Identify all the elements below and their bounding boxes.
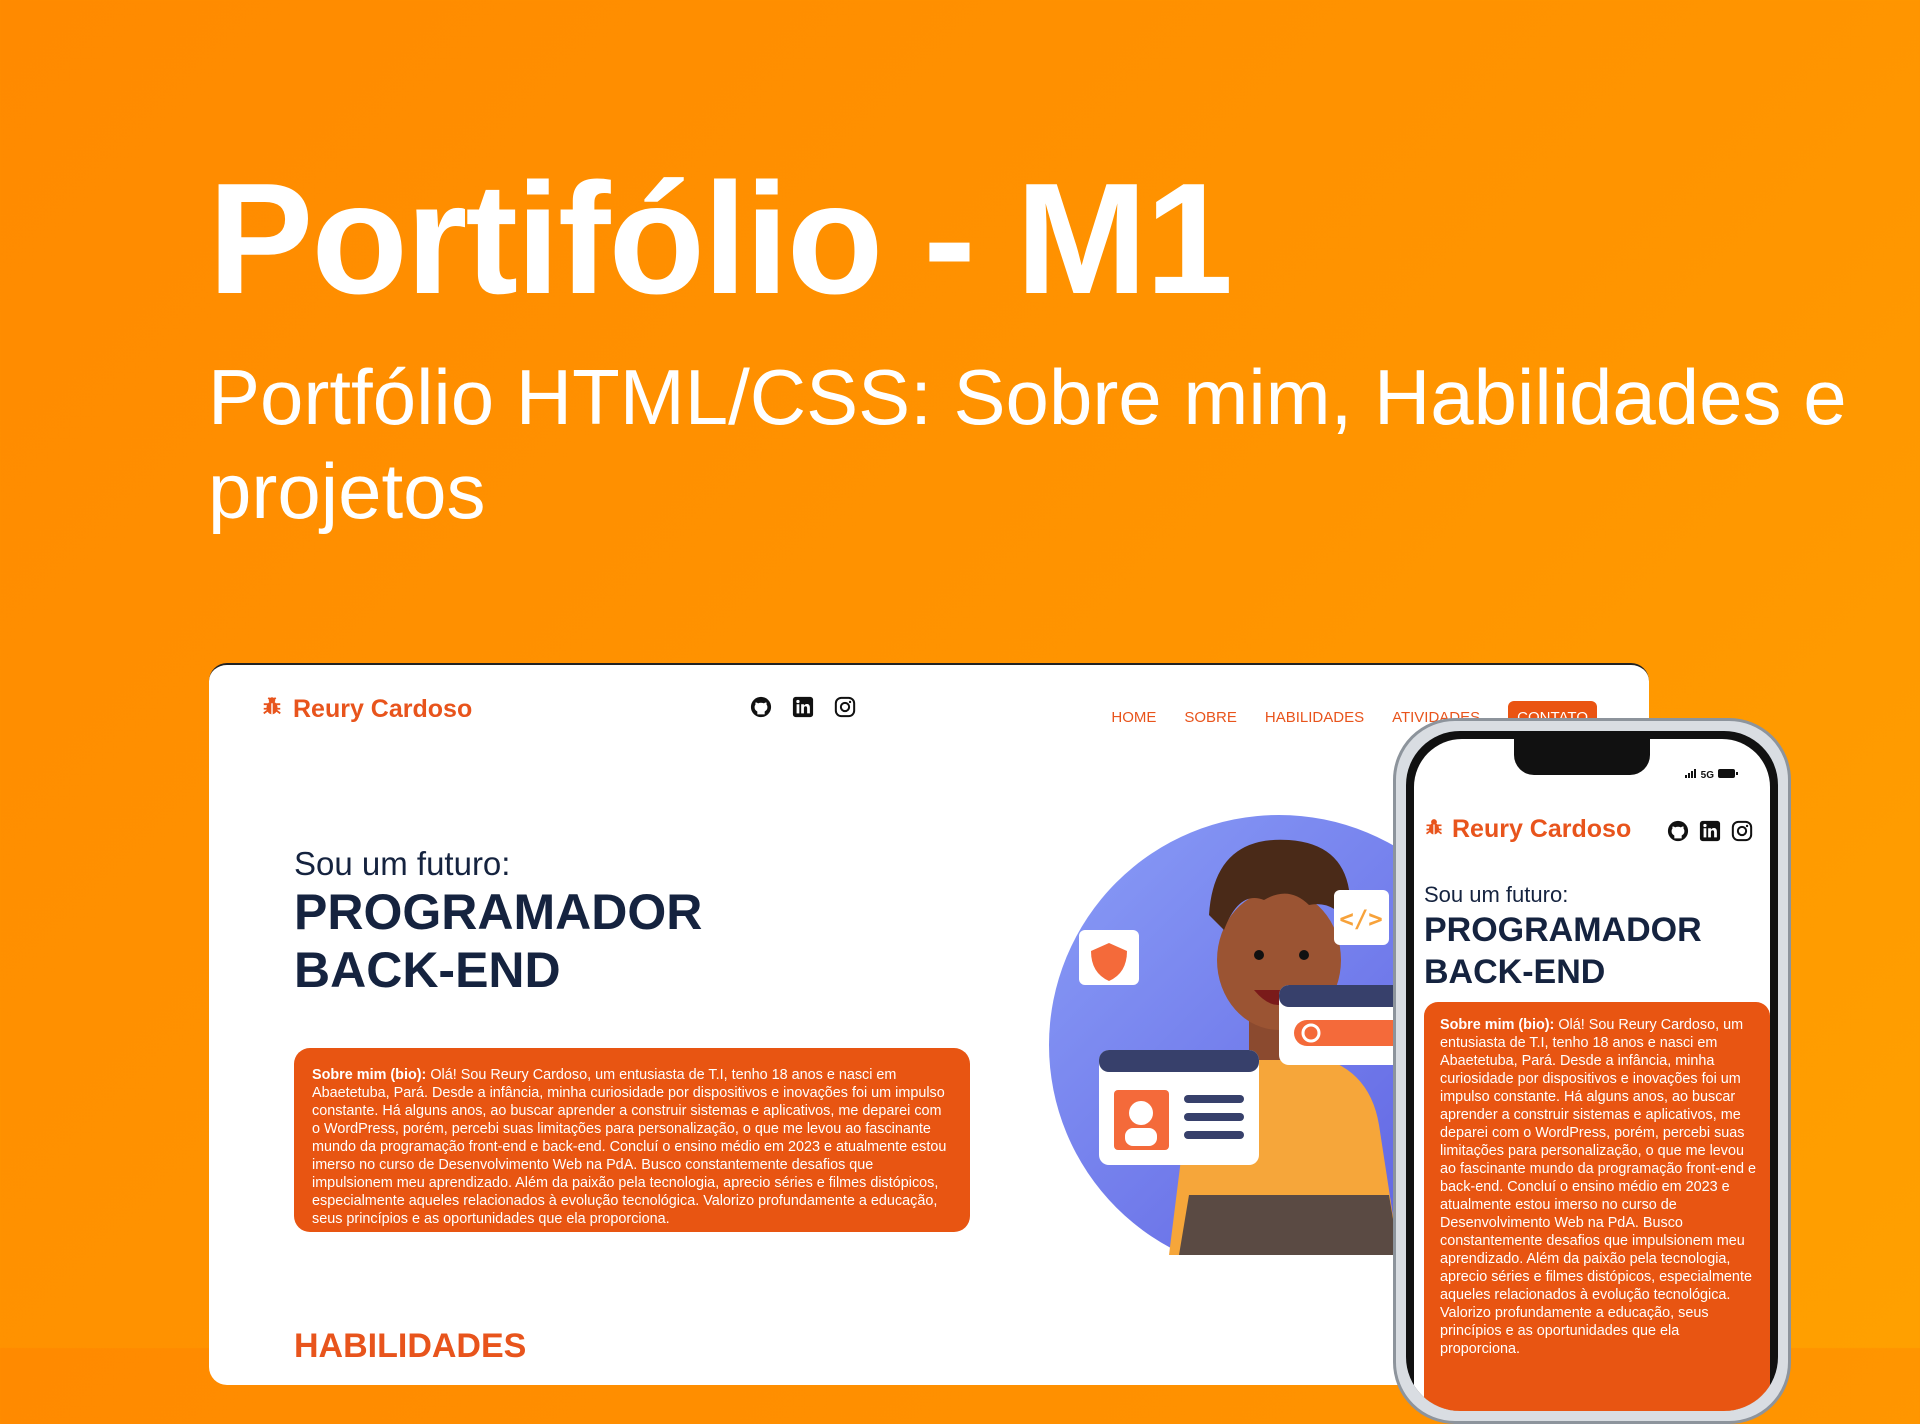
hero-role: PROGRAMADOR BACK-END — [294, 883, 814, 999]
phone-hero-kicker: Sou um futuro: — [1424, 882, 1569, 907]
github-icon[interactable] — [749, 695, 773, 719]
linkedin-icon[interactable] — [1698, 819, 1722, 843]
bio-card: Sobre mim (bio): Olá! Sou Reury Cardoso,… — [294, 1048, 970, 1232]
phone-screen: 5G Reury Cardoso Sou um futuro: PROGRAMA… — [1414, 739, 1770, 1411]
bio-text: Olá! Sou Reury Cardoso, um entusiasta de… — [312, 1067, 947, 1227]
bug-icon — [261, 695, 283, 724]
github-icon[interactable] — [1666, 819, 1690, 843]
battery-icon — [1718, 769, 1738, 781]
hero-kicker: Sou um futuro: — [294, 845, 511, 882]
phone-site-brand[interactable]: Reury Cardoso — [1424, 815, 1631, 844]
phone-mockup: 5G Reury Cardoso Sou um futuro: PROGRAMA… — [1393, 718, 1791, 1424]
nav-home[interactable]: HOME — [1111, 709, 1156, 726]
social-links — [749, 695, 857, 719]
network-label: 5G — [1700, 769, 1714, 781]
brand-name: Reury Cardoso — [1452, 815, 1632, 843]
hero-title: Portifólio - M1 — [208, 151, 1233, 327]
phone-bio-card: Sobre mim (bio): Olá! Sou Reury Cardoso,… — [1424, 1002, 1770, 1411]
phone-social-links — [1666, 819, 1754, 843]
nav-habilidades[interactable]: HABILIDADES — [1265, 709, 1364, 726]
role-line-1: PROGRAMADOR — [294, 884, 703, 940]
skills-heading: HABILIDADES — [294, 1327, 527, 1365]
bio-label: Sobre mim (bio): — [312, 1067, 427, 1083]
role-line-2: BACK-END — [294, 942, 561, 998]
role-line-2: BACK-END — [1424, 953, 1606, 991]
linkedin-icon[interactable] — [791, 695, 815, 719]
bio-label: Sobre mim (bio): — [1440, 1017, 1555, 1033]
bug-icon — [1424, 815, 1444, 844]
instagram-icon[interactable] — [833, 695, 857, 719]
bio-text: Olá! Sou Reury Cardoso, um entusiasta de… — [1440, 1017, 1756, 1357]
svg-text:</>: </> — [1339, 905, 1382, 933]
status-bar: 5G — [1684, 769, 1738, 781]
signal-icon — [1684, 769, 1697, 781]
nav-sobre[interactable]: SOBRE — [1184, 709, 1237, 726]
brand-name: Reury Cardoso — [293, 695, 473, 723]
hero-subtitle: Portfólio HTML/CSS: Sobre mim, Habilidad… — [208, 353, 1847, 535]
phone-hero-role: PROGRAMADOR BACK-END — [1424, 909, 1702, 993]
site-brand[interactable]: Reury Cardoso — [261, 695, 472, 724]
phone-notch — [1514, 739, 1650, 775]
role-line-1: PROGRAMADOR — [1424, 911, 1702, 949]
instagram-icon[interactable] — [1730, 819, 1754, 843]
